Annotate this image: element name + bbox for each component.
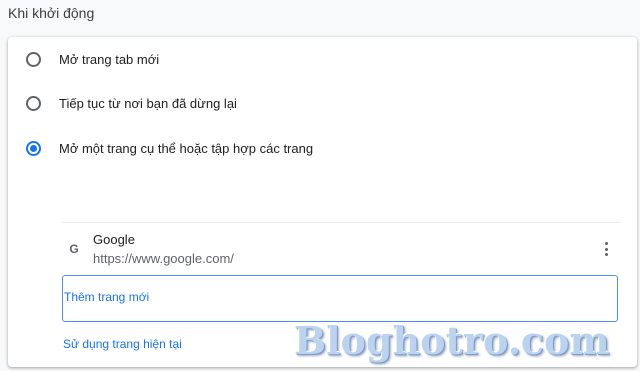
page-url: https://www.google.com/ bbox=[93, 251, 234, 266]
divider bbox=[62, 222, 621, 223]
radio-specific-pages[interactable] bbox=[26, 140, 41, 156]
option-specific-pages[interactable]: Mở một trang cụ thể hoặc tập hợp các tra… bbox=[26, 136, 313, 160]
google-favicon-icon: G bbox=[69, 242, 79, 256]
watermark-logo: Bloghotro.com bbox=[294, 318, 610, 363]
page-name: Google bbox=[93, 232, 135, 247]
more-dot bbox=[604, 253, 608, 256]
option-continue-label: Tiếp tục từ nơi bạn đã dừng lại bbox=[59, 95, 237, 111]
section-title: Khi khởi động bbox=[8, 5, 95, 21]
more-dot bbox=[604, 242, 608, 245]
add-new-page-button[interactable]: Thêm trang mới bbox=[62, 275, 618, 322]
option-new-tab[interactable]: Mở trang tab mới bbox=[26, 47, 159, 71]
more-dot bbox=[604, 247, 608, 251]
startup-page-entry: G Google https://www.google.com/ bbox=[62, 232, 622, 272]
use-current-pages-link[interactable]: Sử dụng trang hiện tại bbox=[63, 337, 182, 351]
option-new-tab-label: Mở trang tab mới bbox=[59, 51, 160, 67]
radio-new-tab[interactable] bbox=[26, 51, 41, 67]
more-actions-icon[interactable] bbox=[598, 240, 614, 258]
option-specific-pages-label: Mở một trang cụ thể hoặc tập hợp các tra… bbox=[59, 140, 314, 156]
add-new-page-label: Thêm trang mới bbox=[64, 290, 150, 304]
radio-continue[interactable] bbox=[26, 95, 41, 111]
option-continue[interactable]: Tiếp tục từ nơi bạn đã dừng lại bbox=[26, 91, 237, 115]
